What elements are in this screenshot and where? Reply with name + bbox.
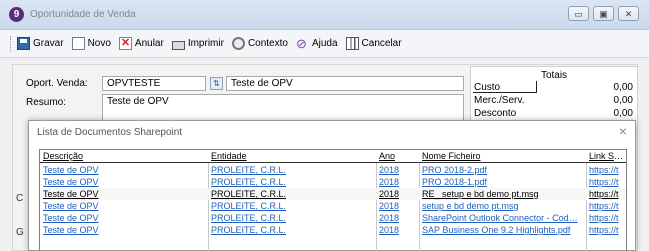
- cell-nome-ficheiro[interactable]: PRO 2018-2.pdf: [422, 164, 582, 176]
- totais-value: 0,00: [613, 108, 633, 119]
- close-button[interactable]: ✕: [618, 6, 639, 21]
- totais-title: Totais: [540, 70, 568, 81]
- cell-link[interactable]: https://t: [589, 164, 626, 176]
- maximize-icon: ▣: [599, 9, 608, 19]
- resumo-label: Resumo:: [26, 97, 67, 108]
- cell-entidade[interactable]: PROLEITE, C.R.L.: [211, 164, 371, 176]
- contexto-label: Contexto: [247, 38, 288, 49]
- ajuda-label: Ajuda: [311, 38, 338, 49]
- novo-button[interactable]: Novo: [71, 37, 111, 50]
- oport-code-field[interactable]: OPVTESTE: [102, 76, 206, 91]
- cell-ano[interactable]: 2018: [379, 164, 417, 176]
- cell-link[interactable]: https://t: [589, 212, 626, 224]
- table-row[interactable]: Teste de OPV PROLEITE, C.R.L. 2018 PRO 2…: [40, 176, 626, 188]
- cell-link[interactable]: https://t: [589, 224, 626, 236]
- cell-entidade[interactable]: PROLEITE, C.R.L.: [211, 188, 371, 200]
- cell-nome-ficheiro[interactable]: setup e bd demo pt.msg: [422, 200, 582, 212]
- cell-entidade[interactable]: PROLEITE, C.R.L.: [211, 212, 371, 224]
- cancelar-label: Cancelar: [361, 38, 402, 49]
- cell-descricao[interactable]: Teste de OPV: [43, 200, 203, 212]
- totais-value: 0,00: [613, 95, 633, 106]
- side-label-c: C: [16, 193, 24, 204]
- cell-ano[interactable]: 2018: [379, 224, 417, 236]
- help-icon: ⊘: [295, 36, 307, 51]
- toolbar-grip[interactable]: [10, 35, 13, 52]
- anular-button[interactable]: Anular: [118, 36, 164, 50]
- cell-descricao[interactable]: Teste de OPV: [43, 176, 203, 188]
- minimize-button[interactable]: ▭: [568, 6, 589, 21]
- cell-link[interactable]: https://t: [589, 188, 626, 200]
- cell-ano[interactable]: 2018: [379, 200, 417, 212]
- gravar-button[interactable]: Gravar: [17, 37, 64, 50]
- minimize-icon: ▭: [574, 9, 583, 19]
- column-header-link[interactable]: Link Shar: [589, 150, 626, 162]
- cell-ano[interactable]: 2018: [379, 212, 417, 224]
- printer-icon: [171, 40, 185, 50]
- grid-header: Descrição Entidade Ano Nome Ficheiro Lin…: [40, 150, 626, 163]
- table-row[interactable]: Teste de OPV PROLEITE, C.R.L. 2018 Share…: [40, 212, 626, 224]
- cell-descricao[interactable]: Teste de OPV: [43, 188, 203, 200]
- table-row[interactable]: Teste de OPV PROLEITE, C.R.L. 2018 SAP B…: [40, 224, 626, 236]
- cell-link[interactable]: https://t: [589, 176, 626, 188]
- totais-row-merc: Merc./Serv. 0,00: [474, 95, 633, 107]
- save-icon: [17, 37, 30, 50]
- contexto-button[interactable]: Contexto: [231, 37, 288, 50]
- delete-document-icon: [118, 36, 132, 50]
- context-gear-icon: [231, 37, 245, 50]
- cell-nome-ficheiro[interactable]: RE_ setup e bd demo pt.msg: [422, 188, 582, 200]
- totais-value: 0,00: [613, 82, 633, 93]
- cell-descricao[interactable]: Teste de OPV: [43, 212, 203, 224]
- imprimir-button[interactable]: Imprimir: [171, 38, 224, 50]
- app-icon: 9: [9, 7, 24, 22]
- cell-entidade[interactable]: PROLEITE, C.R.L.: [211, 176, 371, 188]
- ajuda-button[interactable]: ⊘ Ajuda: [296, 37, 338, 50]
- cell-descricao[interactable]: Teste de OPV: [43, 164, 203, 176]
- totais-label: Custo: [474, 82, 501, 93]
- oport-description-field[interactable]: Teste de OPV: [226, 76, 464, 91]
- columns-icon: [345, 37, 359, 50]
- anular-label: Anular: [134, 38, 164, 49]
- cell-ano[interactable]: 2018: [379, 188, 417, 200]
- column-header-entidade[interactable]: Entidade: [211, 150, 371, 162]
- title-bar: 9 Oportunidade de Venda ▭ ▣ ✕: [0, 0, 649, 30]
- column-header-ano[interactable]: Ano: [379, 150, 417, 162]
- table-row-selected[interactable]: Teste de OPV PROLEITE, C.R.L. 2018 RE_ s…: [40, 188, 626, 200]
- cell-descricao[interactable]: Teste de OPV: [43, 224, 203, 236]
- gravar-label: Gravar: [33, 38, 64, 49]
- side-label-g: G: [16, 227, 24, 238]
- totais-row-desconto: Desconto 0,00: [474, 108, 633, 120]
- close-icon[interactable]: ×: [619, 123, 627, 139]
- new-document-icon: [71, 37, 85, 50]
- close-icon: ✕: [624, 9, 633, 19]
- cell-entidade[interactable]: PROLEITE, C.R.L.: [211, 200, 371, 212]
- documents-grid: Descrição Entidade Ano Nome Ficheiro Lin…: [39, 149, 627, 251]
- window-title: Oportunidade de Venda: [30, 9, 136, 20]
- dialog-title: Lista de Documentos Sharepoint: [37, 127, 183, 138]
- cell-entidade[interactable]: PROLEITE, C.R.L.: [211, 224, 371, 236]
- totais-label: Merc./Serv.: [474, 95, 525, 106]
- cell-ano[interactable]: 2018: [379, 176, 417, 188]
- column-header-descricao[interactable]: Descrição: [43, 150, 203, 162]
- novo-label: Novo: [87, 38, 111, 49]
- sharepoint-documents-dialog: Lista de Documentos Sharepoint × Descriç…: [28, 120, 636, 251]
- cell-link[interactable]: https://t: [589, 200, 626, 212]
- imprimir-label: Imprimir: [187, 38, 224, 49]
- toolbar: Gravar Novo Anular Imprimir Contexto ⊘ A…: [0, 30, 649, 58]
- maximize-button[interactable]: ▣: [593, 6, 614, 21]
- column-header-nome-ficheiro[interactable]: Nome Ficheiro: [422, 150, 582, 162]
- totais-label: Desconto: [474, 108, 517, 119]
- cell-nome-ficheiro[interactable]: SAP Business One 9.2 Highlights.pdf: [422, 224, 582, 236]
- oport-label: Oport. Venda:: [26, 78, 88, 89]
- table-row[interactable]: Teste de OPV PROLEITE, C.R.L. 2018 PRO 2…: [40, 164, 626, 176]
- cancelar-button[interactable]: Cancelar: [345, 37, 402, 50]
- cell-nome-ficheiro[interactable]: PRO 2018-1.pdf: [422, 176, 582, 188]
- totais-row-custo: Custo 0,00: [474, 82, 633, 94]
- lookup-icon[interactable]: ⇅: [210, 77, 223, 90]
- table-row[interactable]: Teste de OPV PROLEITE, C.R.L. 2018 setup…: [40, 200, 626, 212]
- cell-nome-ficheiro[interactable]: SharePoint Outlook Connector - Cod…: [422, 212, 582, 224]
